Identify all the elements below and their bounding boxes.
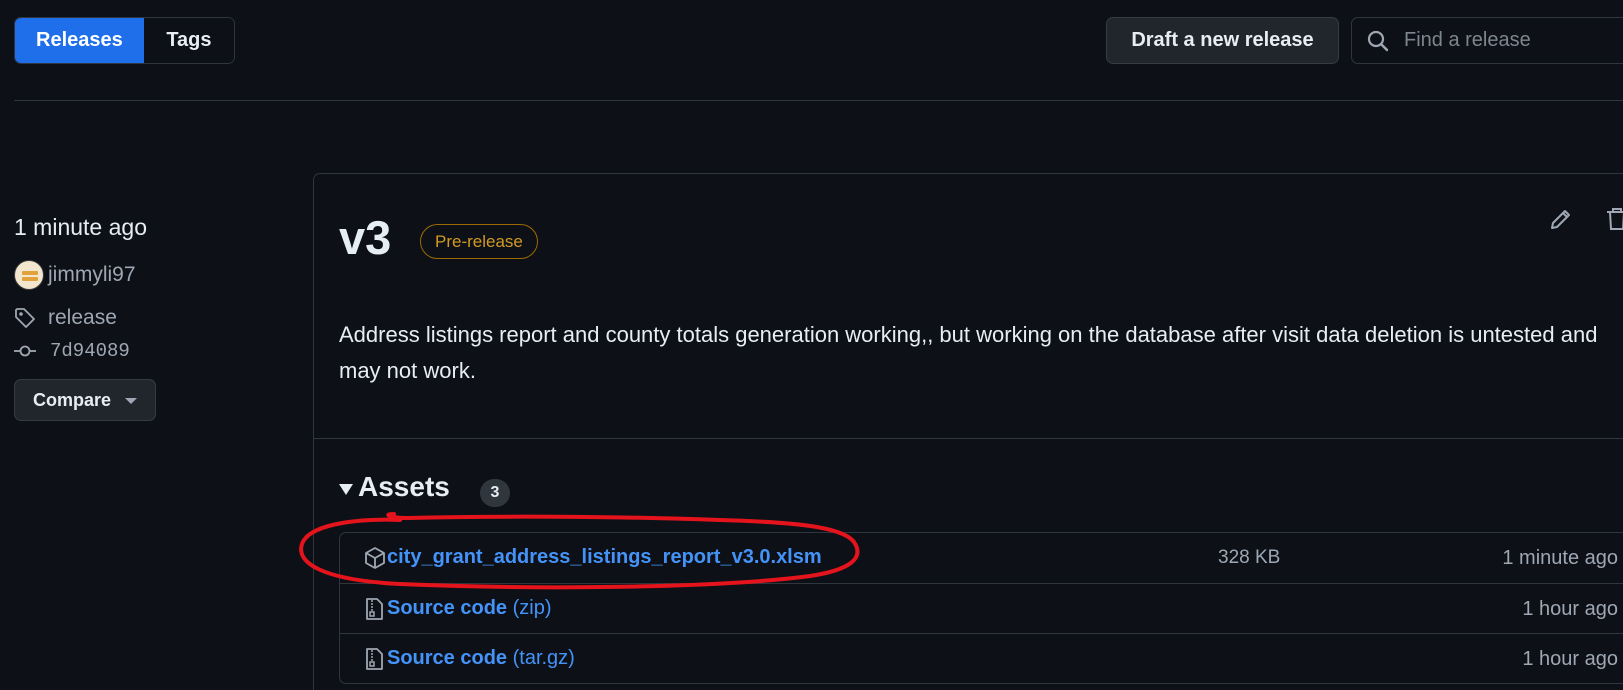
file-zip-icon: [366, 598, 383, 620]
release-notes: Address listings report and county total…: [339, 322, 1598, 383]
divider: [14, 100, 1623, 101]
search-icon: [1367, 30, 1389, 51]
package-icon: [365, 547, 385, 569]
asset-link[interactable]: Source code (zip): [387, 597, 552, 620]
draft-release-button[interactable]: Draft a new release: [1106, 17, 1339, 64]
tag-icon: [15, 308, 35, 328]
release-title[interactable]: v3: [339, 210, 391, 265]
release-tag[interactable]: release: [14, 306, 117, 330]
pencil-icon[interactable]: [1548, 206, 1574, 232]
assets-heading: Assets: [358, 471, 450, 502]
author-name[interactable]: jimmyli97: [48, 263, 136, 287]
asset-time: 1 hour ago: [1522, 598, 1618, 620]
commit-sha[interactable]: 7d94089: [50, 340, 130, 362]
compare-button[interactable]: Compare: [14, 379, 156, 421]
release-card: v3 Pre-release Address listings report a…: [313, 173, 1623, 690]
asset-suffix[interactable]: (zip): [507, 597, 552, 619]
divider: [314, 438, 1623, 439]
asset-row: Source code (tar.gz) 1 hour ago: [340, 633, 1623, 683]
asset-link[interactable]: city_grant_address_listings_report_v3.0.…: [387, 546, 822, 569]
file-zip-icon: [366, 648, 383, 670]
release-author[interactable]: jimmyli97: [14, 260, 136, 290]
releases-page: Releases Tags Draft a new release 1 minu…: [0, 0, 1623, 690]
prerelease-badge: Pre-release: [420, 224, 538, 259]
tab-tags[interactable]: Tags: [143, 18, 234, 63]
release-commit[interactable]: 7d94089: [14, 340, 130, 362]
caret-down-icon: [339, 483, 353, 495]
search-input[interactable]: [1404, 29, 1623, 52]
assets-toggle[interactable]: Assets: [339, 471, 450, 503]
assets-count-badge: 3: [480, 479, 510, 507]
release-time: 1 minute ago: [14, 214, 147, 240]
asset-name[interactable]: Source code: [387, 597, 507, 619]
compare-label: Compare: [33, 389, 112, 410]
asset-name[interactable]: city_grant_address_listings_report_v3.0.…: [387, 546, 822, 568]
release-search[interactable]: [1351, 17, 1623, 64]
chevron-down-icon: [125, 398, 137, 404]
avatar[interactable]: [14, 260, 44, 290]
assets-list: city_grant_address_listings_report_v3.0.…: [339, 532, 1623, 684]
asset-time: 1 hour ago: [1522, 648, 1618, 670]
asset-size: 328 KB: [1218, 547, 1281, 568]
tag-name[interactable]: release: [48, 306, 117, 330]
asset-suffix[interactable]: (tar.gz): [507, 647, 575, 669]
asset-time: 1 minute ago: [1502, 547, 1618, 569]
releases-tags-toggle: Releases Tags: [14, 17, 235, 64]
asset-row: Source code (zip) 1 hour ago: [340, 583, 1623, 633]
asset-row: city_grant_address_listings_report_v3.0.…: [340, 533, 1623, 583]
tab-releases[interactable]: Releases: [15, 18, 144, 63]
asset-link[interactable]: Source code (tar.gz): [387, 647, 575, 670]
commit-icon: [14, 345, 36, 357]
asset-name[interactable]: Source code: [387, 647, 507, 669]
trash-icon[interactable]: [1604, 206, 1623, 232]
